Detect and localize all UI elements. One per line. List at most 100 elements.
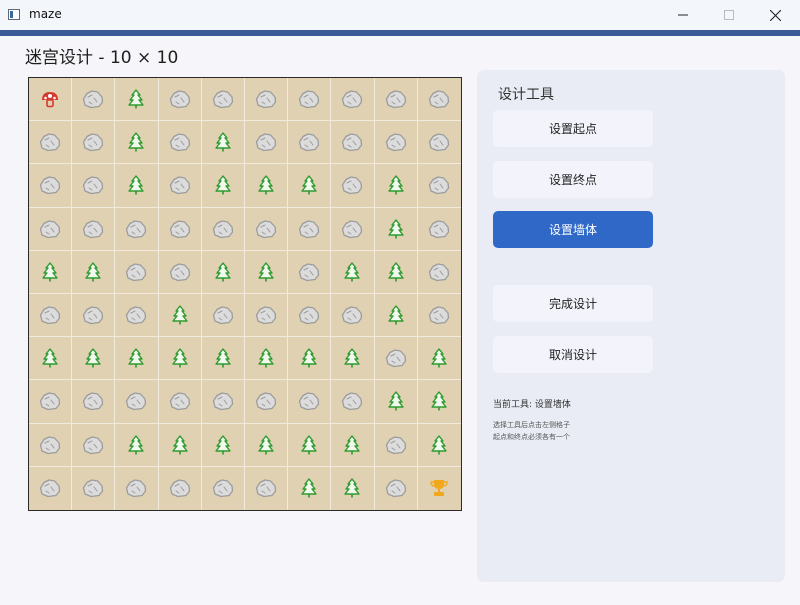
set-end-button[interactable]: 设置终点: [493, 161, 653, 198]
maze-cell[interactable]: [331, 164, 375, 208]
maze-cell[interactable]: [201, 337, 245, 381]
maze-cell[interactable]: [288, 294, 332, 338]
maze-cell[interactable]: [288, 207, 332, 251]
maze-cell[interactable]: [245, 294, 289, 338]
maze-cell[interactable]: [72, 380, 116, 424]
maze-cell[interactable]: [158, 78, 202, 122]
maze-cell[interactable]: [417, 251, 461, 294]
maze-cell[interactable]: [374, 121, 418, 165]
minimize-button[interactable]: [660, 0, 706, 30]
set-wall-button[interactable]: 设置墙体: [493, 211, 653, 248]
maze-cell[interactable]: [417, 337, 461, 381]
maze-cell[interactable]: [72, 250, 116, 294]
maze-cell[interactable]: [201, 78, 245, 122]
maze-cell[interactable]: [331, 78, 375, 122]
maze-cell[interactable]: [331, 337, 375, 381]
maze-cell[interactable]: [29, 121, 73, 165]
maze-cell[interactable]: [72, 207, 116, 251]
maze-cell[interactable]: [374, 164, 418, 208]
maze-cell[interactable]: [331, 121, 375, 165]
maze-cell[interactable]: [245, 207, 289, 251]
maze-cell[interactable]: [417, 424, 461, 467]
maze-cell[interactable]: [29, 250, 73, 294]
maze-cell[interactable]: [115, 466, 159, 510]
maze-cell[interactable]: [115, 207, 159, 251]
maze-cell[interactable]: [288, 337, 332, 381]
maze-cell[interactable]: [288, 380, 332, 424]
maze-cell[interactable]: [115, 78, 159, 122]
maze-cell[interactable]: [201, 250, 245, 294]
maze-cell[interactable]: [29, 207, 73, 251]
maze-cell[interactable]: [115, 380, 159, 424]
maze-cell[interactable]: [245, 78, 289, 122]
maze-cell[interactable]: [158, 207, 202, 251]
maze-cell[interactable]: [288, 423, 332, 467]
cancel-design-button[interactable]: 取消设计: [493, 336, 653, 373]
maze-cell[interactable]: [418, 467, 461, 510]
maze-cell[interactable]: [331, 207, 375, 251]
maze-cell[interactable]: [245, 423, 289, 467]
maze-cell[interactable]: [202, 466, 245, 510]
maze-cell[interactable]: [331, 466, 375, 510]
maze-cell[interactable]: [201, 207, 245, 251]
maze-cell[interactable]: [245, 164, 289, 208]
finish-design-button[interactable]: 完成设计: [493, 285, 653, 322]
set-start-button[interactable]: 设置起点: [493, 110, 653, 147]
maze-cell[interactable]: [72, 78, 116, 122]
maze-cell[interactable]: [288, 78, 332, 122]
maze-cell[interactable]: [201, 380, 245, 424]
maze-cell[interactable]: [72, 423, 116, 467]
maze-cell[interactable]: [288, 121, 332, 165]
maze-cell[interactable]: [245, 337, 289, 381]
maze-cell[interactable]: [245, 466, 289, 510]
maze-cell[interactable]: [331, 423, 375, 467]
maze-cell[interactable]: [374, 337, 418, 381]
maze-cell[interactable]: [158, 423, 202, 467]
maximize-button[interactable]: [706, 0, 752, 30]
maze-cell[interactable]: [115, 121, 159, 165]
maze-cell[interactable]: [115, 337, 159, 381]
maze-cell[interactable]: [374, 250, 418, 294]
maze-cell[interactable]: [374, 78, 418, 122]
maze-cell[interactable]: [29, 380, 73, 424]
maze-cell[interactable]: [72, 337, 116, 381]
close-button[interactable]: [752, 0, 798, 30]
maze-cell[interactable]: [158, 294, 202, 338]
maze-cell[interactable]: [331, 250, 375, 294]
maze-cell[interactable]: [417, 121, 461, 165]
maze-cell[interactable]: [29, 164, 73, 208]
maze-cell[interactable]: [72, 294, 116, 338]
maze-cell[interactable]: [201, 164, 245, 208]
maze-cell[interactable]: [288, 164, 332, 208]
maze-cell[interactable]: [201, 121, 245, 165]
maze-cell[interactable]: [417, 78, 461, 122]
maze-cell[interactable]: [417, 380, 461, 424]
maze-cell[interactable]: [72, 466, 116, 510]
maze-cell[interactable]: [417, 294, 461, 338]
maze-cell[interactable]: [29, 337, 73, 381]
maze-cell[interactable]: [245, 250, 289, 294]
maze-cell[interactable]: [115, 250, 159, 294]
maze-cell[interactable]: [331, 380, 375, 424]
maze-cell[interactable]: [158, 337, 202, 381]
maze-cell[interactable]: [72, 121, 116, 165]
maze-cell[interactable]: [29, 294, 73, 338]
maze-cell[interactable]: [331, 294, 375, 338]
maze-cell[interactable]: [29, 423, 73, 467]
maze-cell[interactable]: [288, 250, 332, 294]
maze-cell[interactable]: [245, 121, 289, 165]
maze-cell[interactable]: [374, 294, 418, 338]
maze-cell[interactable]: [374, 207, 418, 251]
maze-cell[interactable]: [374, 380, 418, 424]
maze-cell[interactable]: [201, 294, 245, 338]
maze-cell[interactable]: [158, 250, 202, 294]
maze-cell[interactable]: [288, 466, 332, 510]
maze-cell[interactable]: [115, 423, 159, 467]
maze-cell[interactable]: [159, 466, 202, 510]
maze-cell[interactable]: [158, 380, 202, 424]
maze-cell[interactable]: [72, 164, 116, 208]
maze-cell[interactable]: [158, 121, 202, 165]
maze-cell[interactable]: [245, 380, 289, 424]
maze-cell[interactable]: [201, 423, 245, 467]
maze-cell[interactable]: [29, 78, 73, 122]
